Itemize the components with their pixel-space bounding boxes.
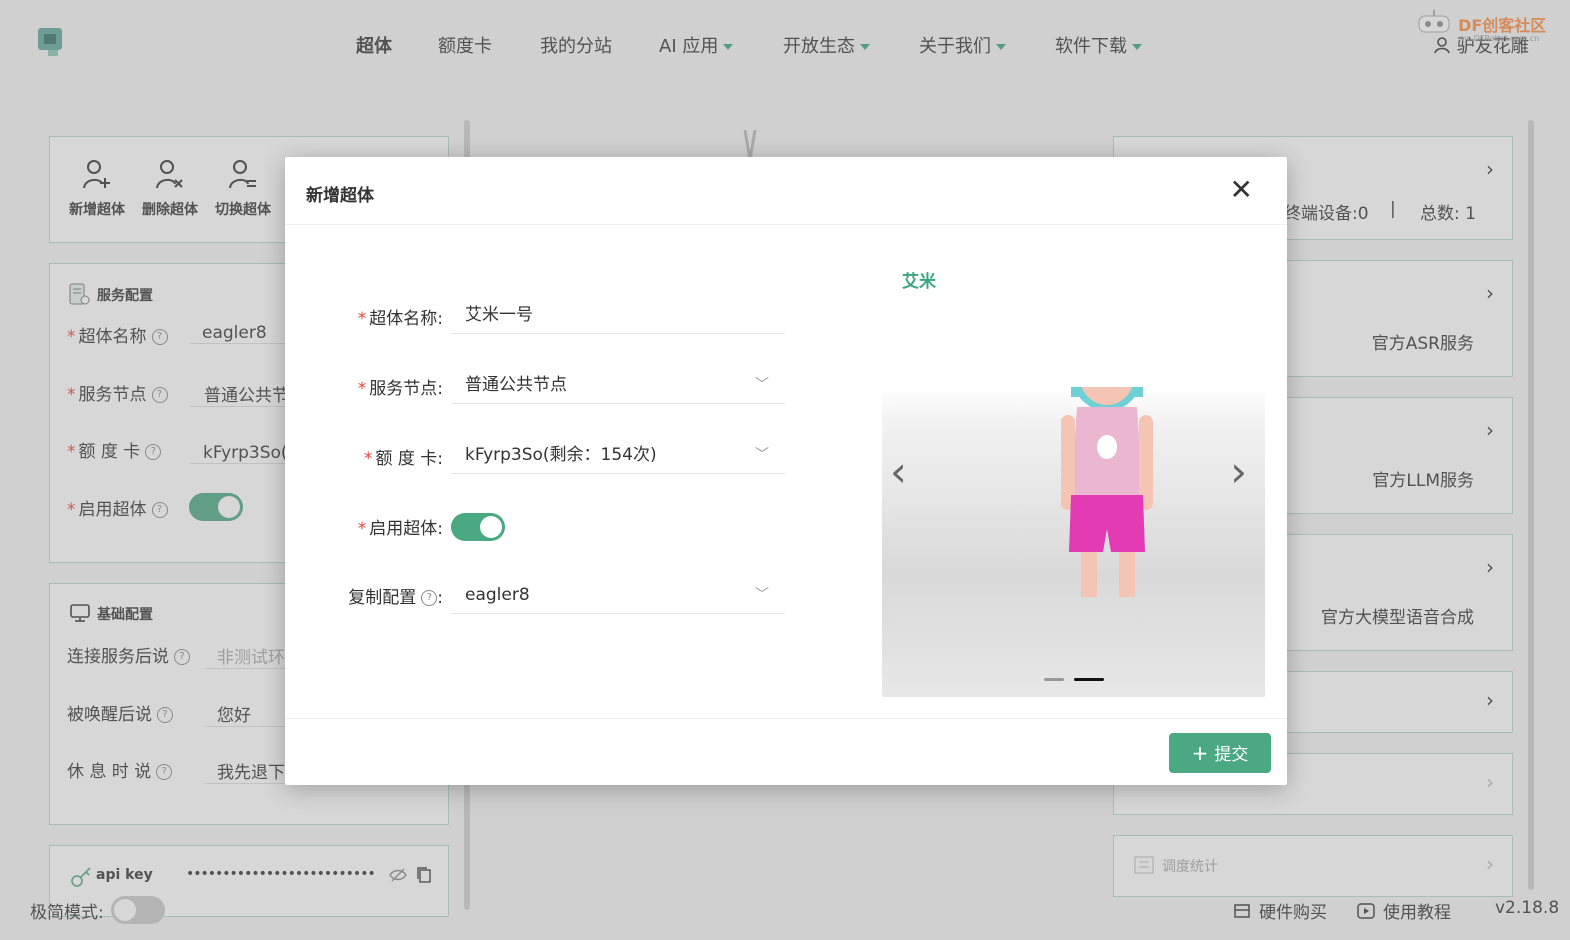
modal-copy-value: eagler8 [465, 585, 530, 605]
avatar-figure [1047, 387, 1177, 687]
avatar-name: 艾米 [902, 272, 936, 292]
carousel-dot-2[interactable] [1074, 678, 1104, 681]
submit-button[interactable]: + 提交 [1169, 733, 1271, 773]
chevron-down-icon: ﹀ [755, 587, 769, 603]
help-icon[interactable]: ? [421, 590, 438, 606]
modal-node-select[interactable]: 普通公共节点 ﹀ [451, 366, 785, 404]
modal-card-select[interactable]: kFyrp3So(剩余：154次) ﹀ [451, 436, 785, 474]
plus-icon: + [1191, 741, 1209, 765]
modal-card-value: kFyrp3So(剩余：154次) [465, 445, 657, 465]
toggle-knob [480, 516, 502, 538]
dialog-title: 新增超体 [306, 186, 374, 206]
modal-node-value: 普通公共节点 [465, 375, 567, 395]
modal-card-label: * 额 度 卡: [363, 449, 443, 469]
footer-divider [285, 718, 1287, 719]
chevron-left-icon[interactable]: ‹ [890, 447, 907, 496]
header-divider [285, 224, 1287, 225]
chevron-down-icon: ﹀ [755, 447, 769, 463]
modal-copy-label: 复制配置?: [348, 588, 443, 608]
avatar-carousel: ‹ › [882, 387, 1265, 697]
chevron-right-icon[interactable]: › [1230, 447, 1247, 496]
close-icon[interactable]: ✕ [1230, 175, 1253, 205]
chevron-down-icon: ﹀ [755, 377, 769, 393]
modal-name-label: * 超体名称: [357, 309, 443, 329]
modal-node-label: * 服务节点: [357, 379, 443, 399]
modal-name-input[interactable]: 艾米一号 [451, 296, 785, 334]
new-agent-dialog: 新增超体 ✕ * 超体名称: 艾米一号 * 服务节点: 普通公共节点 ﹀ * 额 度 … [285, 157, 1287, 785]
modal-enable-toggle[interactable] [451, 513, 505, 541]
modal-copy-select[interactable]: eagler8 ﹀ [451, 576, 785, 614]
carousel-dot-1[interactable] [1044, 678, 1064, 681]
modal-enable-label: * 启用超体: [357, 519, 443, 539]
